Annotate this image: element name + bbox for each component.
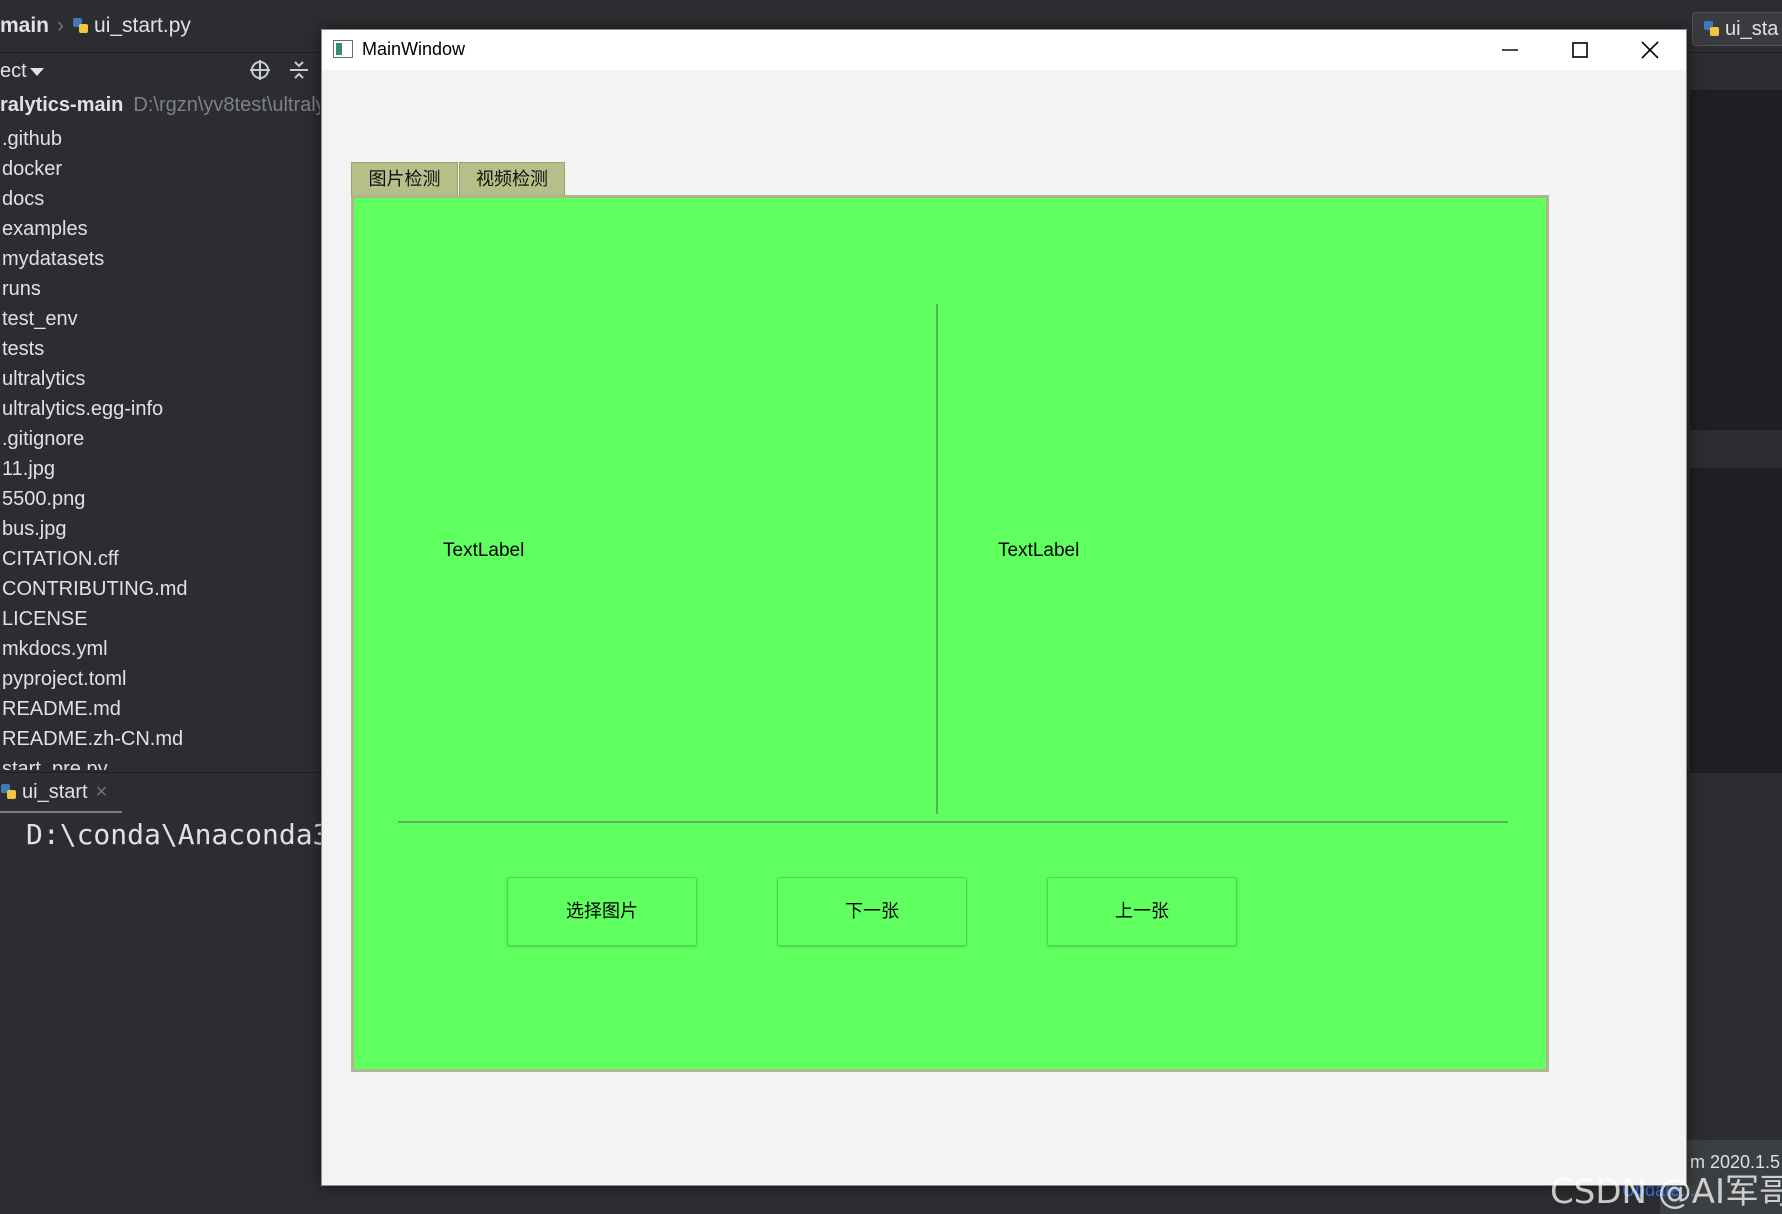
tree-item[interactable]: ultralytics (2, 364, 188, 394)
locate-target-icon[interactable] (248, 58, 272, 82)
main-window: MainWindow 图片检测 视频检测 TextLabel TextLabel… (321, 29, 1687, 1186)
project-tree: ralytics-main D:\rgzn\yv8test\ultraly .gi… (0, 90, 320, 770)
editor-tab-label: ui_sta (1725, 18, 1779, 40)
tree-list: .github docker docs examples mydatasets … (2, 124, 188, 770)
project-view-selector[interactable]: ect (0, 60, 27, 83)
project-toolbar: ect (0, 54, 320, 90)
root-folder-name: ralytics-main (0, 94, 124, 116)
chevron-right-icon: › (57, 14, 65, 37)
tab-image-detection[interactable]: 图片检测 (351, 162, 458, 195)
tree-item[interactable]: pyproject.toml (2, 664, 188, 694)
console-output: D:\conda\Anaconda3\ (26, 818, 347, 851)
maximize-button[interactable] (1547, 30, 1613, 70)
chevron-down-icon[interactable] (30, 68, 44, 76)
tree-item[interactable]: ultralytics.egg-info (2, 394, 188, 424)
maximize-icon (1572, 42, 1588, 58)
tree-item[interactable]: .gitignore (2, 424, 188, 454)
close-icon[interactable]: × (96, 781, 108, 803)
python-file-icon (1704, 21, 1719, 36)
python-run-icon (1, 784, 16, 799)
run-tab-ui-start[interactable]: ui_start × (0, 773, 122, 814)
tree-item[interactable]: docker (2, 154, 188, 184)
root-folder-path: D:\rgzn\yv8test\ultraly (133, 94, 320, 116)
breadcrumb-file[interactable]: ui_start.py (94, 14, 191, 37)
tree-item[interactable]: test_env (2, 304, 188, 334)
tree-item[interactable]: .github (2, 124, 188, 154)
csdn-watermark: CSDN @AI军哥 (1550, 1172, 1782, 1212)
window-titlebar[interactable]: MainWindow (322, 30, 1686, 70)
tree-item[interactable]: tests (2, 334, 188, 364)
close-icon (1641, 41, 1659, 59)
vertical-divider (936, 304, 938, 814)
close-window-button[interactable] (1617, 30, 1683, 70)
collapse-all-icon[interactable] (287, 58, 311, 82)
python-file-icon (73, 18, 89, 33)
tree-item[interactable]: bus.jpg (2, 514, 188, 544)
tree-item[interactable]: README.zh-CN.md (2, 724, 188, 754)
horizontal-divider (398, 821, 1508, 823)
next-image-button[interactable]: 下一张 (777, 877, 967, 946)
minimize-button[interactable] (1477, 30, 1543, 70)
tree-item[interactable]: 11.jpg (2, 454, 188, 484)
result-image-label: TextLabel (998, 540, 1080, 561)
tree-item[interactable]: examples (2, 214, 188, 244)
current-line-highlight (1690, 430, 1782, 468)
tree-item[interactable]: runs (2, 274, 188, 304)
breadcrumb: main › ui_start.py (0, 14, 191, 38)
original-image-label: TextLabel (443, 540, 525, 561)
tree-item[interactable]: docs (2, 184, 188, 214)
tree-item[interactable]: README.md (2, 694, 188, 724)
editor-tab-ui-start[interactable]: ui_sta (1692, 12, 1782, 46)
tree-root[interactable]: ralytics-main D:\rgzn\yv8test\ultraly (0, 94, 320, 117)
minimize-icon (1502, 49, 1518, 51)
run-tab-label: ui_start (22, 781, 88, 803)
tree-item[interactable]: LICENSE (2, 604, 188, 634)
tree-item[interactable]: CITATION.cff (2, 544, 188, 574)
breadcrumb-project[interactable]: main (0, 14, 49, 37)
image-detection-pane: TextLabel TextLabel 选择图片 下一张 上一张 (351, 195, 1549, 1072)
tab-video-detection[interactable]: 视频检测 (459, 162, 565, 195)
app-window-icon (333, 40, 353, 58)
tree-item[interactable]: start_pre.py (2, 754, 188, 770)
tree-item[interactable]: 5500.png (2, 484, 188, 514)
previous-image-button[interactable]: 上一张 (1047, 877, 1237, 946)
window-title: MainWindow (362, 39, 466, 59)
tree-item[interactable]: mydatasets (2, 244, 188, 274)
tree-item[interactable]: CONTRIBUTING.md (2, 574, 188, 604)
select-image-button[interactable]: 选择图片 (507, 877, 697, 946)
tree-item[interactable]: mkdocs.yml (2, 634, 188, 664)
